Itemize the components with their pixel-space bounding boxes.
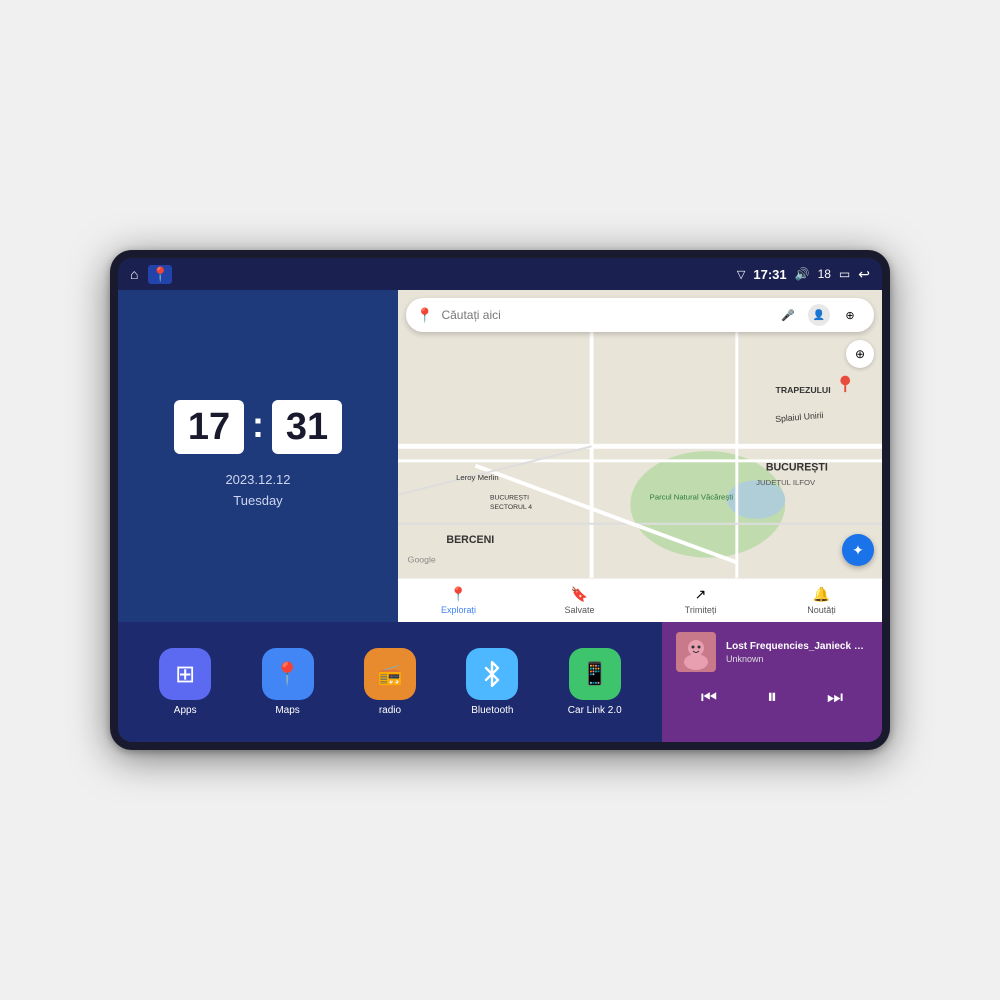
- clock-colon: :: [252, 404, 264, 446]
- svg-text:Google: Google: [408, 554, 436, 564]
- carlink-label: Car Link 2.0: [568, 705, 622, 716]
- carlink-icon: 📱: [569, 648, 621, 700]
- map-bottom-nav: 📍 Explorați 🔖 Salvate ↗ Trimiteți 🔔: [398, 578, 882, 622]
- play-pause-button[interactable]: ⏸: [759, 682, 785, 713]
- my-location-button[interactable]: ✦: [842, 534, 874, 566]
- layers-button[interactable]: ⊕: [836, 301, 864, 329]
- app-item-radio[interactable]: 📻 radio: [360, 648, 420, 716]
- news-label: Noutăți: [807, 605, 836, 615]
- clock-display: 17 : 31: [174, 400, 342, 454]
- svg-text:BUCUREȘTI: BUCUREȘTI: [766, 462, 828, 474]
- clock-date: 2023.12.12 Tuesday: [225, 470, 290, 512]
- account-button[interactable]: 👤: [808, 304, 830, 326]
- map-search-input[interactable]: Căutați aici: [441, 308, 766, 322]
- app-item-carlink[interactable]: 📱 Car Link 2.0: [565, 648, 625, 716]
- svg-text:Parcul Natural Văcărești: Parcul Natural Văcărești: [650, 493, 734, 502]
- clock-minute: 31: [272, 400, 342, 454]
- clock-panel: 17 : 31 2023.12.12 Tuesday: [118, 290, 398, 622]
- send-icon: ↗: [695, 586, 707, 603]
- explore-label: Explorați: [441, 605, 476, 615]
- radio-icon: 📻: [364, 648, 416, 700]
- status-bar-right: ▽ 17:31 🔊 18 ▭ ↩: [737, 266, 870, 283]
- saved-label: Salvate: [564, 605, 594, 615]
- app-item-maps[interactable]: 📍 Maps: [258, 648, 318, 716]
- voice-search-button[interactable]: 🎤: [774, 301, 802, 329]
- music-text: Lost Frequencies_Janieck Devy-... Unknow…: [726, 641, 868, 664]
- apps-bar: ⊞ Apps 📍 Maps 📻 radio: [118, 622, 662, 742]
- volume-icon[interactable]: 🔊: [795, 267, 810, 281]
- back-button[interactable]: ↩: [858, 266, 870, 283]
- home-icon[interactable]: ⌂: [130, 266, 138, 282]
- app-item-apps[interactable]: ⊞ Apps: [155, 648, 215, 716]
- map-nav-saved[interactable]: 🔖 Salvate: [519, 586, 640, 615]
- compass-button[interactable]: ⊕: [846, 340, 874, 368]
- map-search-bar[interactable]: 📍 Căutați aici 🎤 👤 ⊕: [406, 298, 874, 332]
- next-button[interactable]: ⏭: [819, 683, 851, 712]
- music-info: Lost Frequencies_Janieck Devy-... Unknow…: [676, 632, 868, 672]
- svg-text:Leroy Merlin: Leroy Merlin: [456, 473, 499, 482]
- svg-text:TRAPEZULUI: TRAPEZULUI: [776, 385, 831, 395]
- apps-label: Apps: [174, 705, 197, 716]
- prev-button[interactable]: ⏮: [693, 683, 725, 712]
- explore-icon: 📍: [450, 586, 467, 603]
- svg-text:BUCUREȘTI: BUCUREȘTI: [490, 495, 529, 502]
- map-controls: ⊕: [846, 340, 874, 368]
- news-icon: 🔔: [813, 586, 830, 603]
- map-nav-news[interactable]: 🔔 Noutăți: [761, 586, 882, 615]
- radio-label: radio: [379, 705, 401, 716]
- clock-hour: 17: [174, 400, 244, 454]
- map-search-icons: 🎤 👤 ⊕: [774, 301, 864, 329]
- maps-shortcut-icon[interactable]: 📍: [148, 265, 171, 284]
- status-bar-left: ⌂ 📍: [130, 265, 172, 284]
- bluetooth-label: Bluetooth: [471, 705, 513, 716]
- car-infotainment-device: ⌂ 📍 ▽ 17:31 🔊 18 ▭ ↩ 17 :: [110, 250, 890, 750]
- map-nav-explore[interactable]: 📍 Explorați: [398, 586, 519, 615]
- battery-level: 18: [818, 267, 831, 281]
- battery-icon: ▭: [839, 267, 850, 281]
- music-controls: ⏮ ⏸ ⏭: [676, 682, 868, 713]
- main-content: 17 : 31 2023.12.12 Tuesday: [118, 290, 882, 742]
- svg-text:BERCENI: BERCENI: [446, 534, 494, 546]
- send-label: Trimiteți: [685, 605, 717, 615]
- music-artist: Unknown: [726, 654, 868, 664]
- app-item-bluetooth[interactable]: Bluetooth: [462, 648, 522, 716]
- svg-text:JUDEȚUL ILFOV: JUDEȚUL ILFOV: [756, 478, 816, 487]
- saved-icon: 🔖: [571, 586, 588, 603]
- device-screen: ⌂ 📍 ▽ 17:31 🔊 18 ▭ ↩ 17 :: [118, 258, 882, 742]
- maps-icon: 📍: [262, 648, 314, 700]
- music-thumbnail: [676, 632, 716, 672]
- map-panel[interactable]: TRAPEZULUI Splaiul Unirii BUCUREȘTI JUDE…: [398, 290, 882, 622]
- bluetooth-icon: [466, 648, 518, 700]
- time-display: 17:31: [753, 267, 786, 282]
- svg-text:SECTORUL 4: SECTORUL 4: [490, 504, 532, 511]
- apps-icon: ⊞: [159, 648, 211, 700]
- music-title: Lost Frequencies_Janieck Devy-...: [726, 641, 868, 652]
- status-bar: ⌂ 📍 ▽ 17:31 🔊 18 ▭ ↩: [118, 258, 882, 290]
- map-nav-send[interactable]: ↗ Trimiteți: [640, 586, 761, 615]
- map-pin-icon: 📍: [416, 307, 433, 324]
- maps-label: Maps: [275, 705, 299, 716]
- signal-icon: ▽: [737, 268, 745, 281]
- bottom-section: ⊞ Apps 📍 Maps 📻 radio: [118, 622, 882, 742]
- music-player: Lost Frequencies_Janieck Devy-... Unknow…: [662, 622, 882, 742]
- top-section: 17 : 31 2023.12.12 Tuesday: [118, 290, 882, 622]
